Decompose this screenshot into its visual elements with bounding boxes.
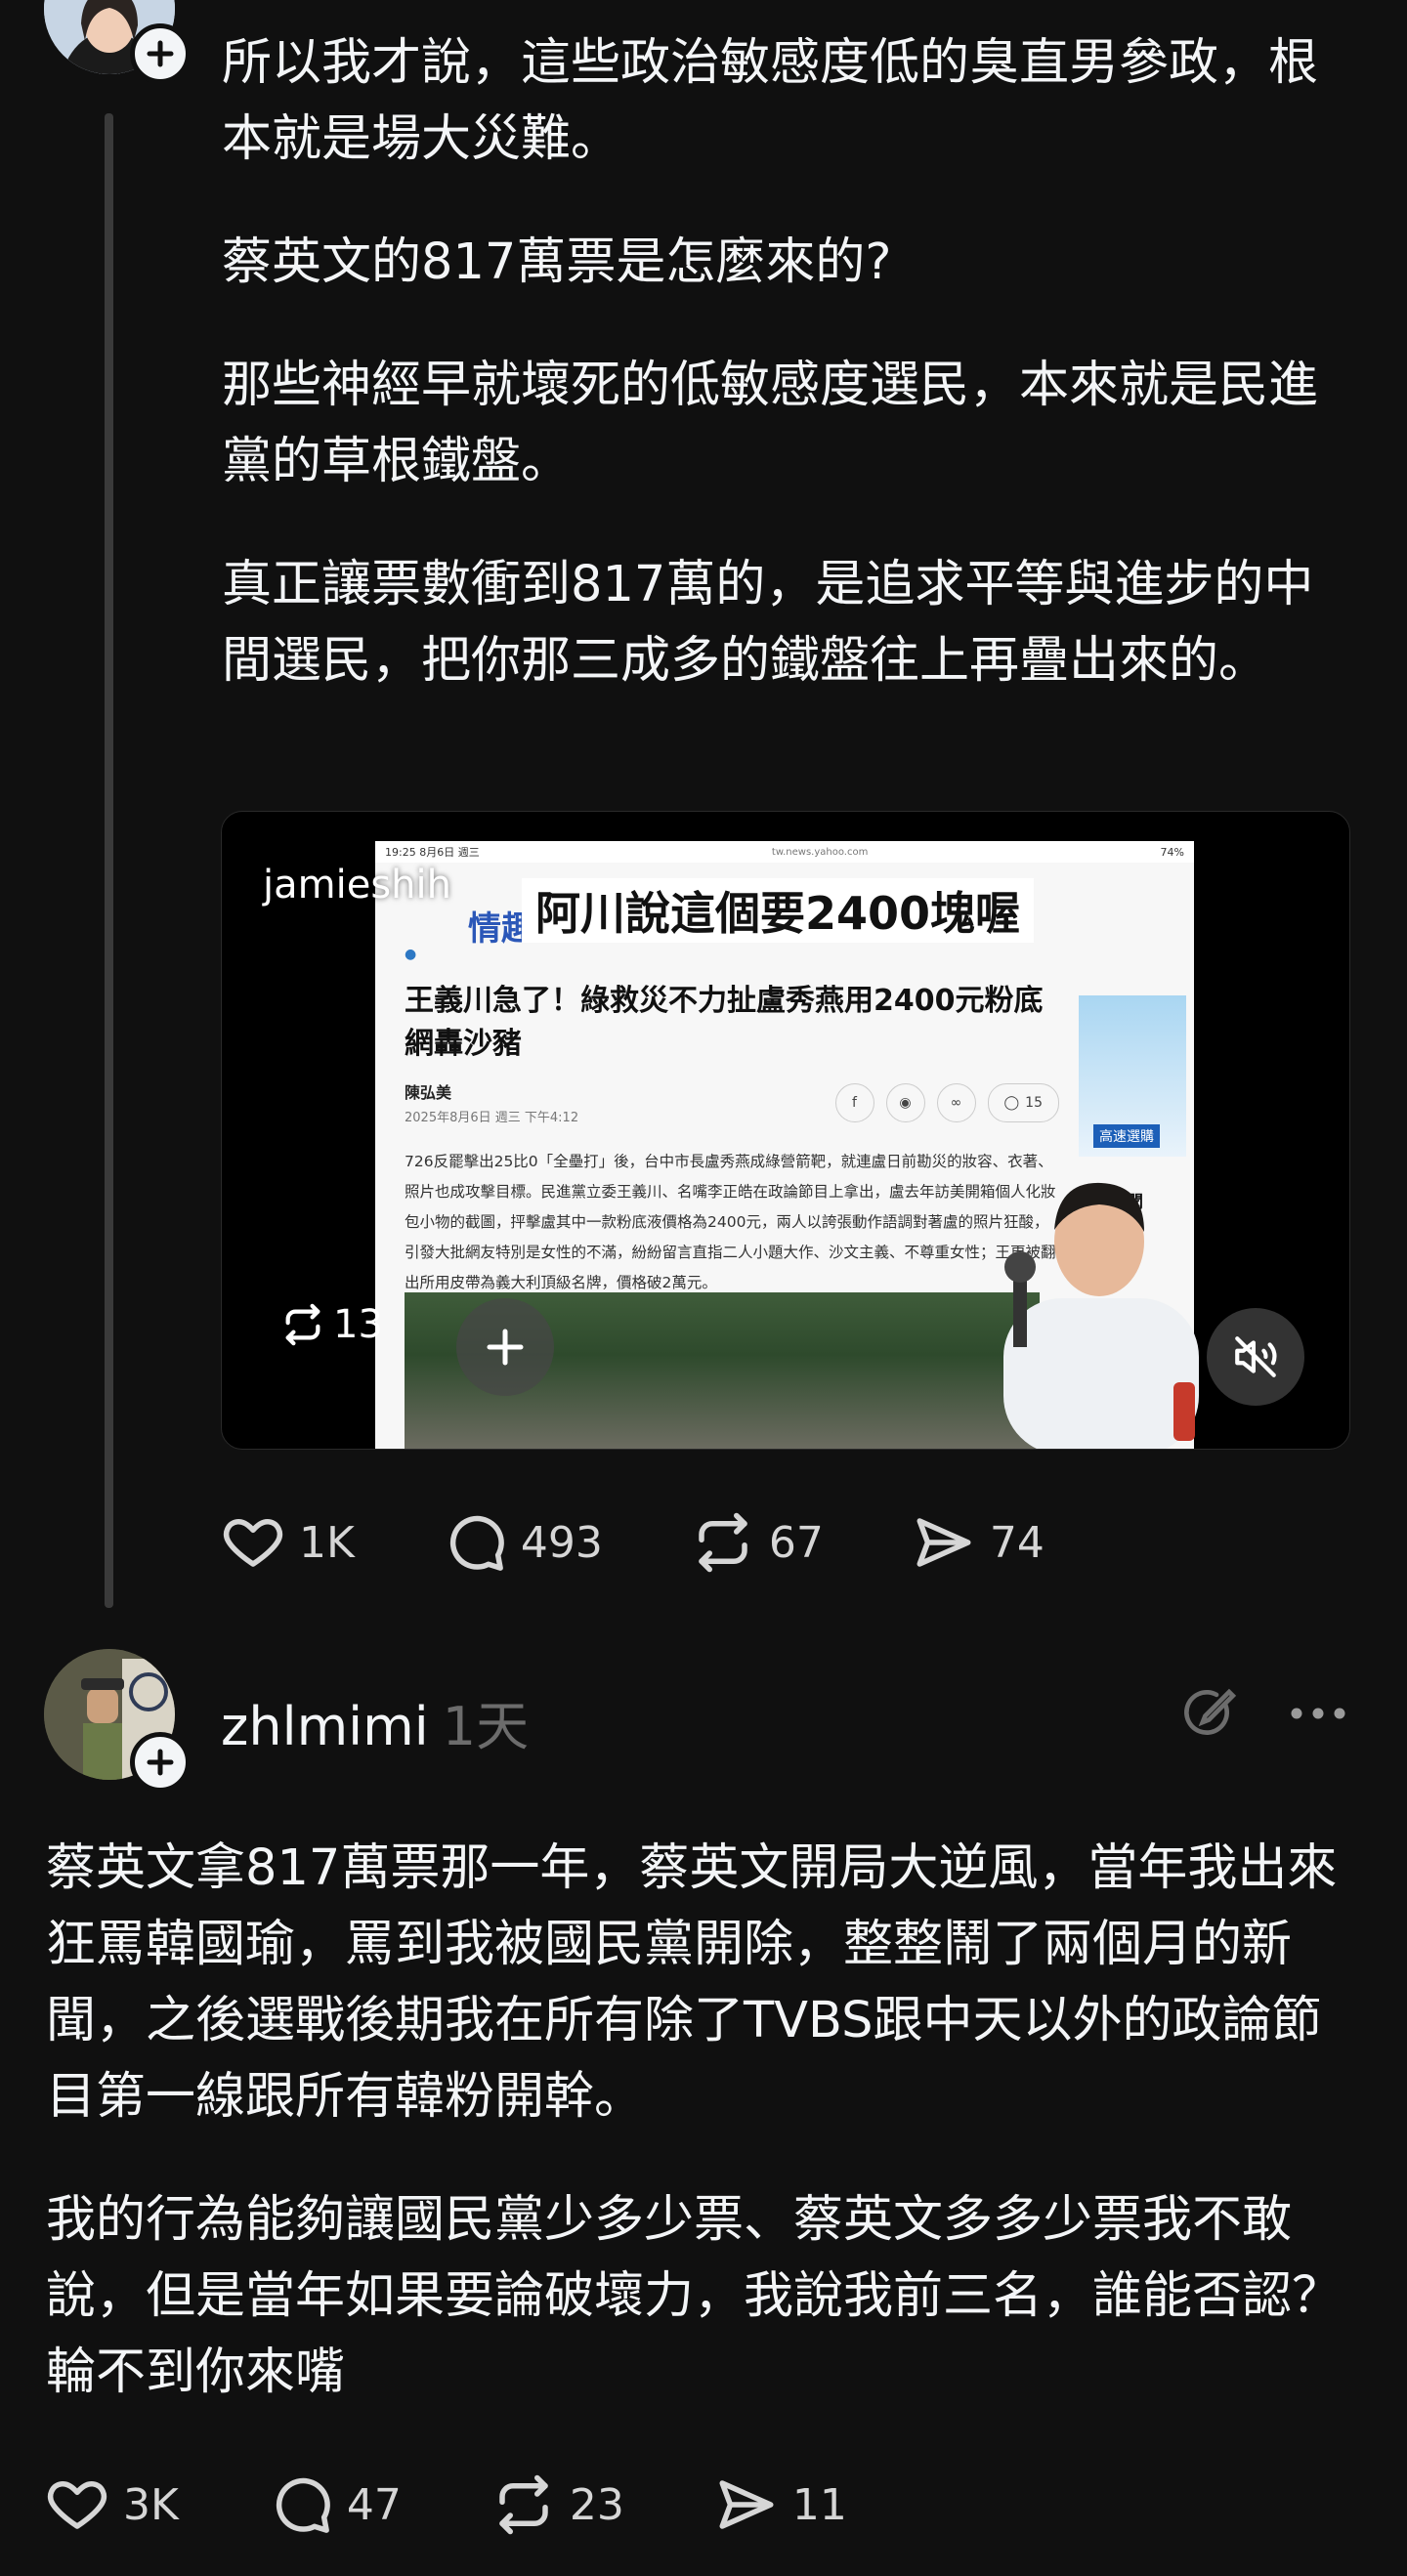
share-count: 11 xyxy=(791,2479,847,2530)
article-author: 陳弘美 xyxy=(405,1083,452,1102)
chat-icon: ◉ xyxy=(885,1082,925,1122)
post-timestamp: 1天 xyxy=(442,1696,530,1757)
like-count: 1K xyxy=(299,1517,355,1568)
video-frame-battery: 74% xyxy=(1160,845,1184,859)
side-ad-label: 高速選購 xyxy=(1093,1124,1160,1148)
video-repost-indicator: 13 xyxy=(280,1302,383,1347)
thread-connector-line xyxy=(105,113,113,1608)
post-header: zhlmimi 1天 xyxy=(221,1683,529,1760)
mute-toggle-button[interactable] xyxy=(1207,1308,1304,1406)
post-paragraph: 真正讓票數衝到817萬的，是追求平等與進步的中間選民，把你那三成多的鐵盤往上再疊… xyxy=(222,556,1314,690)
speech-bubble-icon xyxy=(449,1515,504,1571)
plus-icon xyxy=(487,1329,524,1366)
facebook-icon: f xyxy=(834,1082,874,1122)
follow-button[interactable] xyxy=(130,23,191,84)
speech-bubble-icon xyxy=(276,2477,330,2533)
article-body: 726反罷擊出25比0「全壘打」後，台中市長盧秀燕成綠營箭靶，就連盧日前勘災的妝… xyxy=(405,1153,1056,1291)
send-icon xyxy=(719,2480,774,2529)
video-repost-count: 13 xyxy=(333,1302,383,1347)
post-action-bar: 3K 47 23 11 xyxy=(45,2472,937,2537)
plus-icon xyxy=(147,1749,174,1776)
share-button[interactable]: 11 xyxy=(714,2472,847,2537)
news-logo: ● xyxy=(405,947,417,962)
share-count: 74 xyxy=(989,1517,1045,1568)
post-paragraph: 那些神經早就壞死的低敏感度選民，本來就是民進黨的草根鐵盤。 xyxy=(222,357,1319,490)
video-overlay-headline: 阿川說這個要2400塊喔 xyxy=(522,878,1035,943)
article-date: 2025年8月6日 週三 下午4:12 xyxy=(405,1111,579,1125)
article-meta: 陳弘美 2025年8月6日 週三 下午4:12 f ◉ ∞ ◯ 15 xyxy=(405,1079,1059,1125)
video-frame-time: 19:25 8月6日 週三 xyxy=(385,846,480,859)
post-paragraph: 我的行為能夠讓國民黨少多少票、蔡英文多多少票我不敢說，但是當年如果要論破壞力，我… xyxy=(46,2191,1343,2401)
heart-icon xyxy=(47,2480,107,2529)
send-icon xyxy=(917,1518,971,1567)
article-comment-count: 15 xyxy=(1025,1094,1043,1111)
article-share-icons: f ◉ ∞ ◯ 15 xyxy=(834,1082,1059,1122)
video-watermark: jamieshih xyxy=(263,863,451,908)
more-options-button[interactable] xyxy=(1288,1704,1348,1727)
like-button[interactable]: 3K xyxy=(45,2472,179,2537)
link-icon: ∞ xyxy=(936,1082,976,1122)
post-body: 所以我才說，這些政治敏感度低的臭直男參政，根本就是場大災難。 蔡英文的817萬票… xyxy=(222,25,1345,746)
edit-button[interactable] xyxy=(1177,1683,1238,1748)
edit-circle-icon xyxy=(1184,1688,1237,1735)
follow-button[interactable] xyxy=(130,1732,191,1793)
repost-button[interactable]: 23 xyxy=(491,2472,624,2537)
video-host-figure xyxy=(1003,1182,1199,1449)
like-count: 3K xyxy=(123,2479,179,2530)
repost-icon xyxy=(499,2474,548,2535)
comment-button[interactable]: 493 xyxy=(443,1510,603,1575)
comment-icon: ◯ xyxy=(1003,1094,1020,1111)
repost-count: 23 xyxy=(569,2479,624,2530)
muted-speaker-icon xyxy=(1235,1336,1277,1377)
heart-icon xyxy=(223,1518,283,1567)
comment-count: 493 xyxy=(520,1517,603,1568)
comment-button[interactable]: 47 xyxy=(269,2472,402,2537)
post-paragraph: 蔡英文拿817萬票那一年，蔡英文開局大逆風，當年我出來狂罵韓國瑜，罵到我被國民黨… xyxy=(46,1839,1338,2126)
video-frame-url: tw.news.yahoo.com xyxy=(771,846,869,858)
video-attachment[interactable]: 19:25 8月6日 週三 tw.news.yahoo.com 74% 情趣 阿… xyxy=(221,811,1350,1450)
threads-feed: 所以我才說，這些政治敏感度低的臭直男參政，根本就是場大災難。 蔡英文的817萬票… xyxy=(0,0,1407,2576)
repost-count: 67 xyxy=(768,1517,824,1568)
post-paragraph: 蔡英文的817萬票是怎麼來的? xyxy=(222,233,892,291)
article-comments: ◯ 15 xyxy=(987,1082,1059,1122)
plus-icon xyxy=(147,40,174,67)
repost-icon xyxy=(285,1303,320,1346)
more-horizontal-icon xyxy=(1291,1708,1345,1719)
like-button[interactable]: 1K xyxy=(221,1510,355,1575)
share-button[interactable]: 74 xyxy=(912,1510,1045,1575)
post-body: 蔡英文拿817萬票那一年，蔡英文開局大逆風，當年我出來狂罵韓國瑜，罵到我被國民黨… xyxy=(46,1831,1355,2458)
post-paragraph: 所以我才說，這些政治敏感度低的臭直男參政，根本就是場大災難。 xyxy=(222,34,1319,168)
comment-count: 47 xyxy=(346,2479,402,2530)
news-article: ● 王義川急了！綠救災不力扯盧秀燕用2400元粉底 網轟沙豬 陳弘美 2025年… xyxy=(405,947,1059,1298)
article-title: 王義川急了！綠救災不力扯盧秀燕用2400元粉底 網轟沙豬 xyxy=(405,984,1044,1061)
repost-button[interactable]: 67 xyxy=(691,1510,824,1575)
repost-icon xyxy=(699,1512,747,1573)
post-action-bar: 1K 493 67 74 xyxy=(221,1510,1132,1575)
video-add-button[interactable] xyxy=(456,1298,554,1396)
username-link[interactable]: zhlmimi xyxy=(221,1696,429,1757)
video-frame-status-bar: 19:25 8月6日 週三 tw.news.yahoo.com 74% xyxy=(375,841,1194,863)
